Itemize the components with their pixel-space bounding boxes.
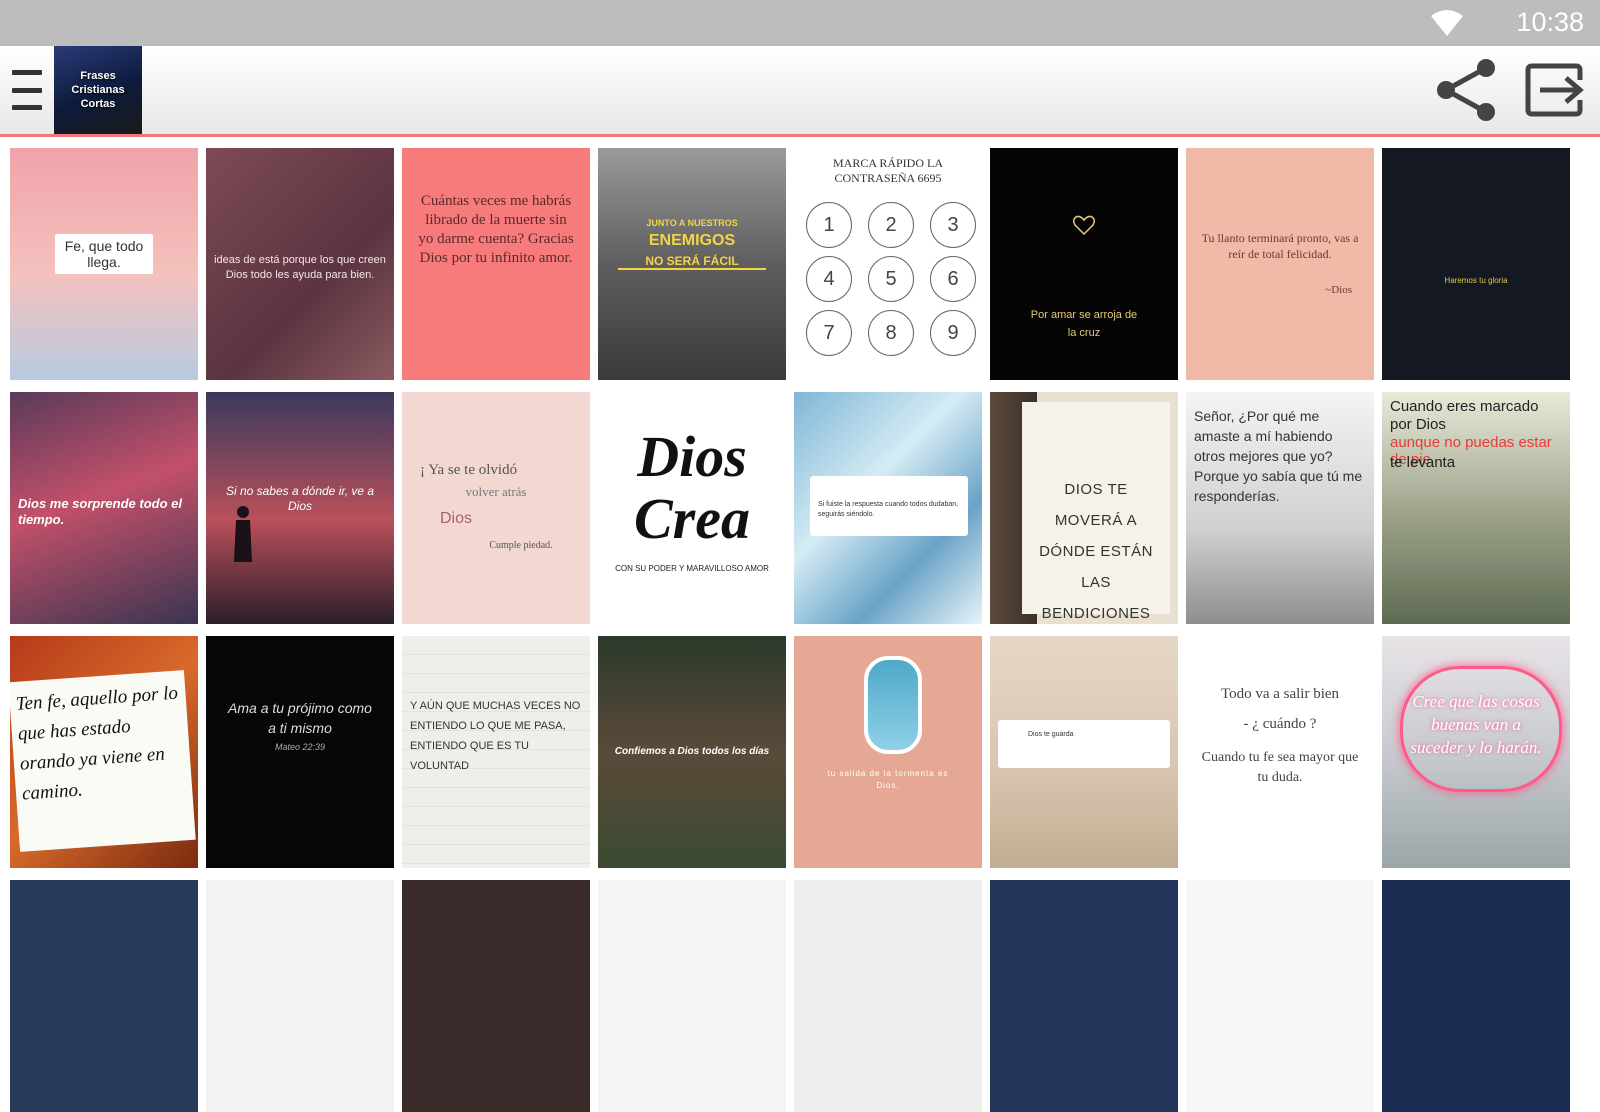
clock: 10:38 bbox=[1516, 7, 1584, 37]
app-logo-text: Frases Cristianas Cortas bbox=[71, 70, 125, 110]
quote-text: Haremos tu gloria bbox=[1444, 276, 1508, 285]
keypad-key: 9 bbox=[930, 310, 976, 356]
quote-line: JUNTO A NUESTROS bbox=[646, 218, 738, 228]
quote-signature: ~Dios bbox=[1325, 284, 1352, 296]
image-tile-13[interactable]: Si fuiste la respuesta cuando todos duda… bbox=[794, 392, 982, 624]
hamburger-icon[interactable] bbox=[12, 70, 42, 110]
keypad-key: 5 bbox=[868, 256, 914, 302]
image-tile-15[interactable]: Señor, ¿Por qué me amaste a mí habiendo … bbox=[1186, 392, 1374, 624]
image-tile-7[interactable]: Tu llanto terminará pronto, vas a reír d… bbox=[1186, 148, 1374, 380]
status-bar: 10:38 bbox=[0, 0, 1600, 46]
quote-line: Dios bbox=[440, 510, 473, 527]
keypad-key: 1 bbox=[806, 202, 852, 248]
keypad: 1 2 3 4 5 6 7 8 9 bbox=[806, 202, 976, 356]
keypad-key: 6 bbox=[930, 256, 976, 302]
image-tile-28[interactable] bbox=[598, 880, 786, 1112]
quote-text: Confiemos a Dios todos los días bbox=[614, 746, 770, 757]
image-tile-16[interactable]: Cuando eres marcado por Dios aunque no p… bbox=[1382, 392, 1570, 624]
quote-text: Señor, ¿Por qué me amaste a mí habiendo … bbox=[1194, 408, 1363, 504]
quote-text: Por amar se arroja de la cruz bbox=[1030, 309, 1138, 339]
image-tile-9[interactable]: Dios me sorprende todo el tiempo. bbox=[10, 392, 198, 624]
image-tile-11[interactable]: ¡ Ya se te olvidó volver atrás Dios Cump… bbox=[402, 392, 590, 624]
keypad-key: 4 bbox=[806, 256, 852, 302]
keypad-key: 2 bbox=[868, 202, 914, 248]
image-tile-23[interactable]: Todo va a salir bien - ¿ cuándo ? Cuando… bbox=[1186, 636, 1374, 868]
post-card: Si fuiste la respuesta cuando todos duda… bbox=[810, 476, 968, 536]
quote-text: Ten fe, aquello por lo que has estado or… bbox=[15, 682, 179, 805]
airplane-window bbox=[864, 656, 922, 754]
image-tile-8[interactable]: Haremos tu gloria bbox=[1382, 148, 1570, 380]
quote-line: Cuando tu fe sea mayor que tu duda. bbox=[1201, 750, 1359, 785]
post-card: Dios te guarda bbox=[998, 720, 1170, 768]
image-tile-14[interactable]: DIOS TE MOVERÁ A DÓNDE ESTÁN LAS BENDICI… bbox=[990, 392, 1178, 624]
quote-line: Dios bbox=[637, 424, 747, 489]
image-tile-12[interactable]: Dios Crea CON SU PODER Y MARAVILLOSO AMO… bbox=[598, 392, 786, 624]
quote-line: ¡ Ya se te olvidó bbox=[420, 462, 518, 478]
quote-line: NO SERÁ FÁCIL bbox=[618, 254, 766, 270]
password-title: MARCA RÁPIDO LA CONTRASEÑA 6695 bbox=[832, 156, 943, 185]
image-tile-22[interactable]: Dios te guarda bbox=[990, 636, 1178, 868]
image-grid: Fe, que todo llega. ideas de está porque… bbox=[10, 148, 1590, 1112]
heart-icon bbox=[1072, 215, 1096, 236]
image-tile-5[interactable]: MARCA RÁPIDO LA CONTRASEÑA 6695 1 2 3 4 … bbox=[794, 148, 982, 380]
image-tile-19[interactable]: Y AÚN QUE MUCHAS VECES NO ENTIENDO LO QU… bbox=[402, 636, 590, 868]
quote-line: - ¿ cuándo ? bbox=[1243, 716, 1317, 732]
image-tile-27[interactable] bbox=[402, 880, 590, 1112]
image-tile-30[interactable] bbox=[990, 880, 1178, 1112]
image-tile-25[interactable] bbox=[10, 880, 198, 1112]
quote-line: Cuando eres marcado por Dios bbox=[1390, 398, 1539, 433]
image-tile-2[interactable]: ideas de está porque los que creen Dios … bbox=[206, 148, 394, 380]
quote-text: Fe, que todo llega. bbox=[55, 234, 153, 274]
quote-line: CON SU PODER Y MARAVILLOSO AMOR bbox=[615, 564, 769, 573]
quote-text: Dios te guarda bbox=[1028, 731, 1074, 738]
image-tile-29[interactable] bbox=[794, 880, 982, 1112]
quote-text: Si fuiste la respuesta cuando todos duda… bbox=[818, 501, 959, 518]
image-tile-18[interactable]: Ama a tu prójimo como a ti mismo Mateo 2… bbox=[206, 636, 394, 868]
quote-line: volver atrás bbox=[465, 484, 527, 499]
quote-text: tu salida de la tormenta es Dios. bbox=[827, 769, 949, 790]
image-tile-20[interactable]: Confiemos a Dios todos los días bbox=[598, 636, 786, 868]
quote-text: Ama a tu prójimo como a ti mismo bbox=[228, 700, 372, 736]
wifi-icon bbox=[1431, 10, 1463, 36]
app-bar: Frases Cristianas Cortas bbox=[0, 46, 1600, 137]
image-tile-4[interactable]: JUNTO A NUESTROS ENEMIGOS NO SERÁ FÁCIL bbox=[598, 148, 786, 380]
hanging-card: DIOS TE MOVERÁ A DÓNDE ESTÁN LAS BENDICI… bbox=[1022, 402, 1170, 622]
note-paper: Ten fe, aquello por lo que has estado or… bbox=[10, 670, 196, 852]
share-icon[interactable] bbox=[1432, 58, 1500, 122]
quote-text: Tu llanto terminará pronto, vas a reír d… bbox=[1201, 231, 1359, 261]
image-tile-6[interactable]: Por amar se arroja de la cruz bbox=[990, 148, 1178, 380]
quote-text: DIOS TE MOVERÁ A DÓNDE ESTÁN LAS BENDICI… bbox=[1039, 481, 1153, 622]
image-tile-3[interactable]: Cuántas veces me habrás librado de la mu… bbox=[402, 148, 590, 380]
quote-text: Cuántas veces me habrás librado de la mu… bbox=[418, 193, 574, 266]
quote-line: Crea bbox=[634, 486, 750, 551]
keypad-key: 8 bbox=[868, 310, 914, 356]
quote-line: ENEMIGOS bbox=[648, 232, 736, 249]
image-tile-17[interactable]: Ten fe, aquello por lo que has estado or… bbox=[10, 636, 198, 868]
image-tile-32[interactable] bbox=[1382, 880, 1570, 1112]
quote-text: Y AÚN QUE MUCHAS VECES NO ENTIENDO LO QU… bbox=[410, 700, 581, 772]
image-tile-31[interactable] bbox=[1186, 880, 1374, 1112]
quote-line: Todo va a salir bien bbox=[1220, 686, 1340, 702]
image-tile-24[interactable]: Cree que las cosas buenas van a suceder … bbox=[1382, 636, 1570, 868]
keypad-key: 7 bbox=[806, 310, 852, 356]
image-tile-26[interactable] bbox=[206, 880, 394, 1112]
exit-icon[interactable] bbox=[1524, 60, 1584, 120]
image-tile-10[interactable]: Si no sabes a dónde ir, ve a Dios bbox=[206, 392, 394, 624]
quote-text: Cree que las cosas buenas van a suceder … bbox=[1410, 692, 1542, 757]
quote-text: Dios me sorprende todo el tiempo. bbox=[18, 496, 182, 527]
person-silhouette bbox=[234, 506, 252, 562]
image-tile-1[interactable]: Fe, que todo llega. bbox=[10, 148, 198, 380]
image-tile-21[interactable]: tu salida de la tormenta es Dios. bbox=[794, 636, 982, 868]
quote-reference: Mateo 22:39 bbox=[274, 742, 326, 752]
keypad-key: 3 bbox=[930, 202, 976, 248]
quote-line: Cumple piedad. bbox=[489, 540, 553, 551]
app-logo: Frases Cristianas Cortas bbox=[54, 46, 142, 134]
quote-line: te levanta bbox=[1390, 454, 1456, 471]
quote-text: ideas de está porque los que creen Dios … bbox=[214, 254, 386, 281]
